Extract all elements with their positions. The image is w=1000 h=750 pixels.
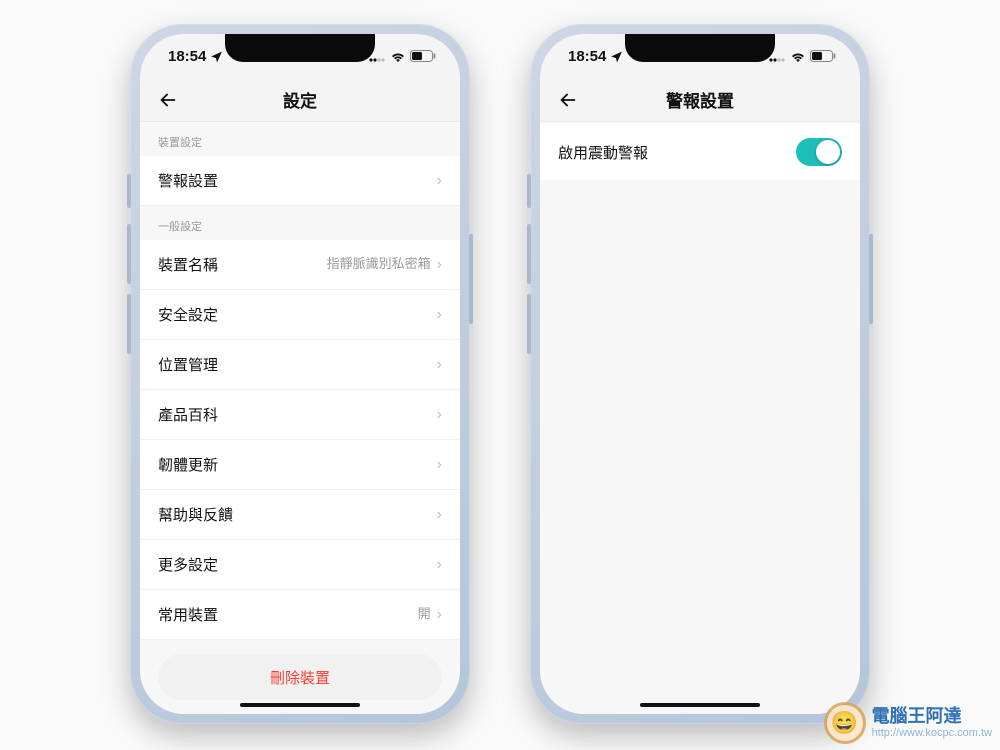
watermark-avatar-icon: 😄 (824, 702, 866, 744)
page-title: 設定 (283, 87, 317, 112)
row-common-device[interactable]: 常用裝置 開 › (140, 590, 460, 640)
power-button (869, 234, 873, 324)
volume-down-button (527, 294, 531, 354)
battery-icon (810, 50, 836, 62)
row-security-settings[interactable]: 安全設定 › (140, 290, 460, 340)
chevron-right-icon: › (437, 306, 442, 324)
power-button (469, 234, 473, 324)
row-more-settings[interactable]: 更多設定 › (140, 540, 460, 590)
display-notch (625, 34, 775, 62)
wifi-icon (790, 50, 806, 62)
volume-down-button (127, 294, 131, 354)
chevron-right-icon: › (437, 356, 442, 374)
toggle-knob (816, 140, 840, 164)
section-header-device: 裝置設定 (140, 122, 460, 156)
row-label: 啟用震動警報 (558, 142, 648, 163)
row-label: 安全設定 (158, 304, 218, 325)
home-indicator[interactable] (240, 703, 360, 707)
row-firmware-update[interactable]: 韌體更新 › (140, 440, 460, 490)
status-time: 18:54 (568, 48, 606, 65)
watermark-url: http://www.kocpc.com.tw (872, 727, 992, 739)
volume-up-button (527, 224, 531, 284)
row-label: 裝置名稱 (158, 254, 218, 275)
row-label: 更多設定 (158, 554, 218, 575)
mute-switch (127, 174, 131, 208)
delete-label: 刪除裝置 (270, 667, 330, 688)
nav-bar: 設定 (140, 78, 460, 122)
home-indicator[interactable] (640, 703, 760, 707)
row-value: 開 (418, 606, 431, 623)
back-button[interactable] (154, 86, 182, 114)
location-arrow-icon (210, 50, 223, 63)
location-arrow-icon (610, 50, 623, 63)
display-notch (225, 34, 375, 62)
row-location-management[interactable]: 位置管理 › (140, 340, 460, 390)
watermark: 😄 電腦王阿達 http://www.kocpc.com.tw (824, 702, 992, 744)
row-alarm-settings[interactable]: 警報設置 › (140, 156, 460, 206)
row-label: 警報設置 (158, 170, 218, 191)
chevron-right-icon: › (437, 256, 442, 274)
row-device-name[interactable]: 裝置名稱 指靜脈識別私密箱 › (140, 240, 460, 290)
chevron-right-icon: › (437, 506, 442, 524)
row-product-wiki[interactable]: 產品百科 › (140, 390, 460, 440)
chevron-right-icon: › (437, 606, 442, 624)
nav-bar: 警報設置 (540, 78, 860, 122)
wifi-icon (390, 50, 406, 62)
chevron-right-icon: › (437, 556, 442, 574)
chevron-right-icon: › (437, 456, 442, 474)
delete-device-button[interactable]: 刪除裝置 (158, 654, 442, 700)
row-label: 韌體更新 (158, 454, 218, 475)
row-value: 指靜脈識別私密箱 (327, 256, 431, 273)
back-button[interactable] (554, 86, 582, 114)
mute-switch (527, 174, 531, 208)
row-help-feedback[interactable]: 幫助與反饋 › (140, 490, 460, 540)
row-enable-vibration-alarm[interactable]: 啟用震動警報 (540, 124, 860, 180)
row-label: 幫助與反饋 (158, 504, 233, 525)
vibration-alarm-toggle[interactable] (796, 138, 842, 166)
row-label: 產品百科 (158, 404, 218, 425)
volume-up-button (127, 224, 131, 284)
page-title: 警報設置 (666, 87, 734, 112)
status-time: 18:54 (168, 48, 206, 65)
row-label: 常用裝置 (158, 604, 218, 625)
watermark-title: 電腦王阿達 (872, 707, 992, 727)
settings-list[interactable]: 裝置設定 警報設置 › 一般設定 裝置名稱 指靜脈識別私密箱 › 安全設定 › (140, 122, 460, 714)
phone-frame-right: 18:54 (530, 24, 870, 724)
phone-frame-left: 18:54 (130, 24, 470, 724)
chevron-right-icon: › (437, 172, 442, 190)
alarm-settings-content: 啟用震動警報 (540, 122, 860, 714)
chevron-right-icon: › (437, 406, 442, 424)
battery-icon (410, 50, 436, 62)
section-header-general: 一般設定 (140, 206, 460, 240)
row-label: 位置管理 (158, 354, 218, 375)
